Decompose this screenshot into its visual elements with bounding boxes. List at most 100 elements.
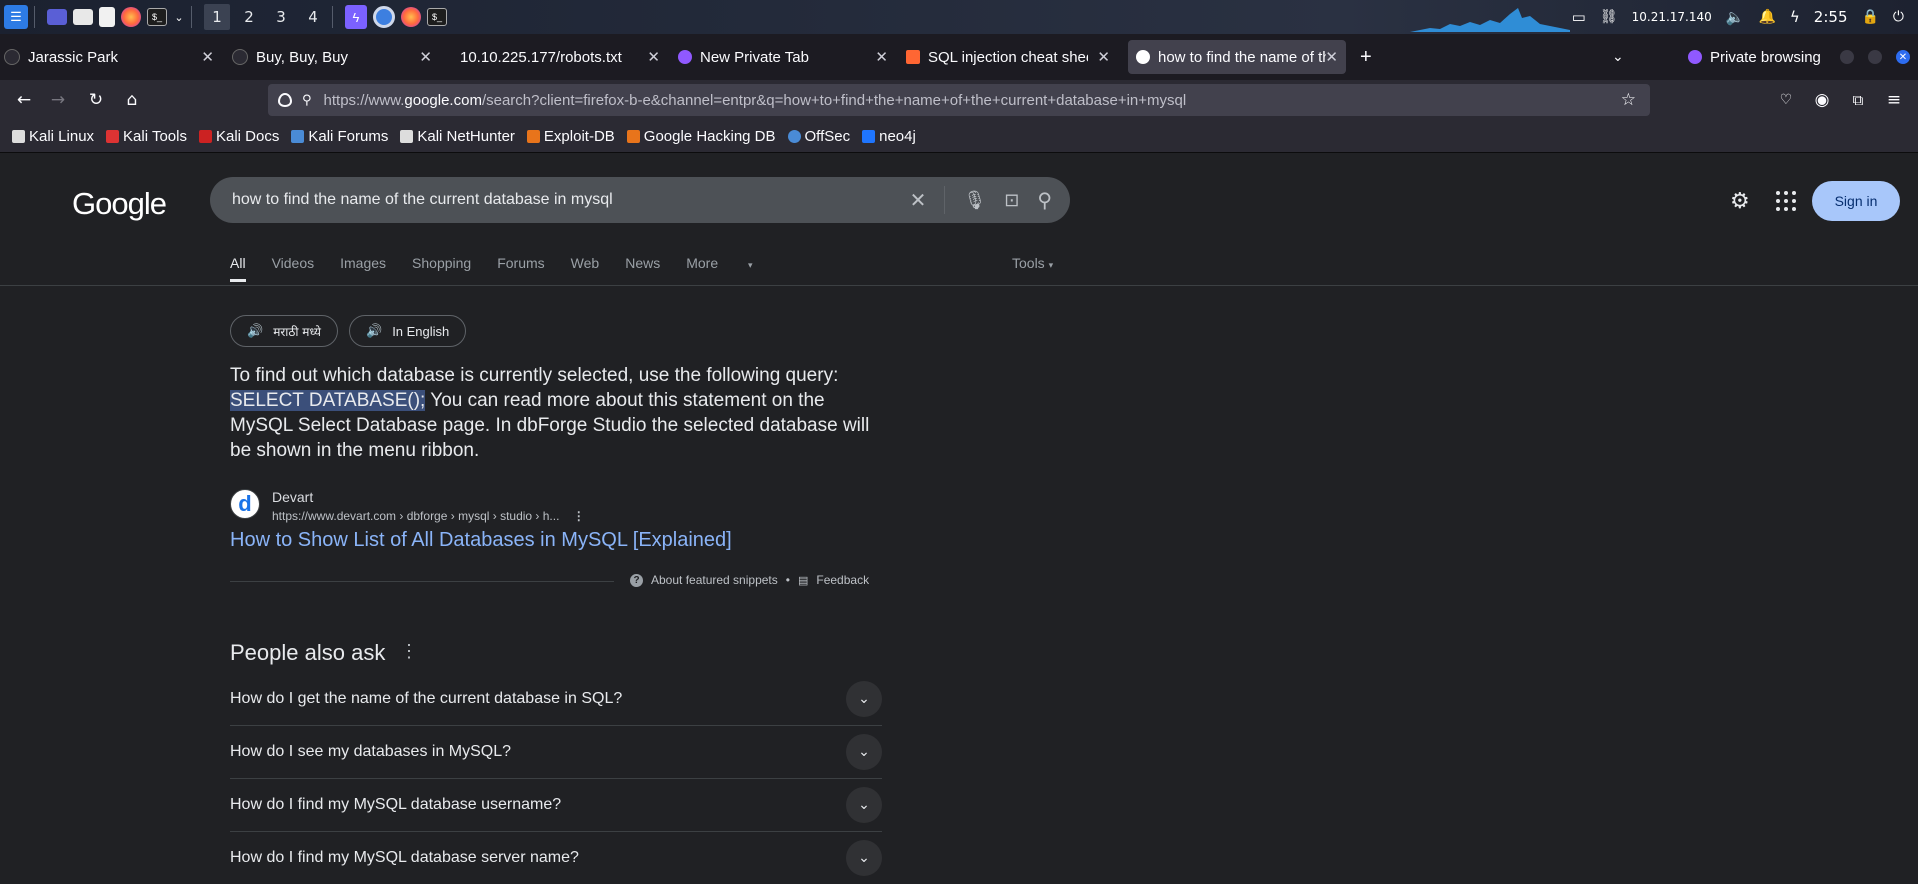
- workspace-1[interactable]: 1: [204, 4, 230, 30]
- language-chip-english[interactable]: 🔊 In English: [349, 315, 467, 347]
- more-options-icon[interactable]: ⋮: [400, 641, 418, 662]
- chevron-down-icon[interactable]: ⌄: [846, 734, 882, 770]
- tab-new-private[interactable]: New Private Tab ✕: [678, 40, 896, 74]
- close-tab-icon[interactable]: ✕: [875, 48, 888, 66]
- close-tab-icon[interactable]: ✕: [1325, 48, 1338, 66]
- permissions-icon[interactable]: ⚲: [302, 93, 312, 108]
- battery-icon[interactable]: ϟ: [1790, 8, 1800, 26]
- file-manager-icon[interactable]: [73, 9, 93, 25]
- home-icon[interactable]: ⌂: [120, 88, 144, 112]
- bookmark-exploit-db[interactable]: Exploit-DB: [526, 128, 615, 145]
- new-tab-button[interactable]: +: [1360, 40, 1384, 74]
- power-icon[interactable]: ⏻: [1893, 9, 1904, 25]
- forward-icon[interactable]: →: [46, 88, 70, 112]
- bookmark-kali-docs[interactable]: Kali Docs: [198, 128, 279, 145]
- close-window-button[interactable]: ✕: [1896, 50, 1910, 64]
- search-query[interactable]: how to find the name of the current data…: [232, 191, 613, 209]
- kali-menu-icon[interactable]: ☰: [4, 5, 28, 29]
- featured-result-link[interactable]: How to Show List of All Databases in MyS…: [230, 529, 732, 552]
- lens-camera-icon[interactable]: ⊡: [1004, 190, 1019, 211]
- filter-forums[interactable]: Forums: [497, 255, 544, 282]
- close-tab-icon[interactable]: ✕: [1097, 48, 1110, 66]
- search-tools-button[interactable]: Tools ▾: [1012, 255, 1053, 271]
- search-input[interactable]: how to find the name of the current data…: [210, 177, 1070, 223]
- close-tab-icon[interactable]: ✕: [201, 48, 214, 66]
- google-apps-icon[interactable]: [1776, 191, 1796, 211]
- chevron-down-icon[interactable]: ⌄: [846, 787, 882, 823]
- list-all-tabs-icon[interactable]: ⌄: [1612, 40, 1632, 74]
- lock-icon[interactable]: 🔒: [1861, 9, 1878, 25]
- bookmark-star-icon[interactable]: ☆: [1621, 90, 1636, 110]
- workspace-2[interactable]: 2: [236, 4, 262, 30]
- maximize-window-button[interactable]: [1868, 50, 1882, 64]
- bookmark-google-hacking-db[interactable]: Google Hacking DB: [626, 128, 776, 145]
- bookmark-kali-nethunter[interactable]: Kali NetHunter: [400, 128, 515, 145]
- tab-buy[interactable]: Buy, Buy, Buy ✕: [232, 40, 440, 74]
- about-featured-snippets-link[interactable]: About featured snippets: [651, 573, 778, 587]
- text-editor-icon[interactable]: [99, 7, 115, 27]
- bookmark-offsec[interactable]: OffSec: [787, 128, 850, 145]
- close-tab-icon[interactable]: ✕: [419, 48, 432, 66]
- clock[interactable]: 2:55: [1814, 8, 1848, 26]
- bookmark-kali-forums[interactable]: Kali Forums: [291, 128, 388, 145]
- source-cite: https://www.devart.com › dbforge › mysql…: [272, 509, 585, 523]
- more-options-icon[interactable]: ⋮: [573, 509, 585, 523]
- network-icon[interactable]: ⛓: [1600, 9, 1618, 25]
- settings-gear-icon[interactable]: ⚙: [1730, 189, 1750, 214]
- filter-videos[interactable]: Videos: [272, 255, 315, 282]
- back-icon[interactable]: ←: [12, 88, 36, 112]
- close-tab-icon[interactable]: ✕: [647, 48, 660, 66]
- show-desktop-icon[interactable]: [47, 9, 67, 25]
- tab-sqli-cheatsheet[interactable]: SQL injection cheat sheet ✕: [906, 40, 1118, 74]
- clear-search-icon[interactable]: ✕: [910, 188, 927, 212]
- workspace-4[interactable]: 4: [300, 4, 326, 30]
- search-icon[interactable]: ⚲: [1037, 188, 1052, 212]
- filter-all[interactable]: All: [230, 255, 246, 282]
- filter-more[interactable]: More ▾: [686, 255, 778, 282]
- tab-google-search[interactable]: how to find the name of the ✕: [1128, 40, 1346, 74]
- terminal-window-icon[interactable]: $_: [427, 8, 447, 26]
- chevron-down-icon[interactable]: ⌄: [846, 681, 882, 717]
- workspace-3[interactable]: 3: [268, 4, 294, 30]
- account-icon[interactable]: ◉: [1810, 88, 1834, 112]
- feedback-link[interactable]: Feedback: [816, 573, 869, 587]
- chevron-down-icon[interactable]: ⌄: [173, 5, 185, 29]
- firefox-window-icon[interactable]: [401, 7, 421, 27]
- chromium-app-icon[interactable]: [373, 6, 395, 28]
- chevron-down-icon[interactable]: ⌄: [846, 840, 882, 876]
- paa-question[interactable]: How do I get the name of the current dat…: [230, 673, 882, 726]
- menu-icon[interactable]: ≡: [1882, 88, 1906, 112]
- paa-question[interactable]: How do I see my databases in MySQL? ⌄: [230, 726, 882, 779]
- devart-favicon-icon: d: [230, 489, 260, 519]
- tab-robots[interactable]: 10.10.225.177/robots.txt ✕: [452, 40, 668, 74]
- burp-app-icon[interactable]: ϟ: [345, 5, 367, 29]
- sign-in-button[interactable]: Sign in: [1812, 181, 1900, 221]
- paa-question[interactable]: How do I find my MySQL database username…: [230, 779, 882, 832]
- paa-question[interactable]: How do I find my MySQL database server n…: [230, 832, 882, 884]
- filter-shopping[interactable]: Shopping: [412, 255, 471, 282]
- microphone-icon[interactable]: 🎙: [963, 190, 986, 211]
- url-bar[interactable]: ⚲ https://www.google.com/search?client=f…: [268, 84, 1650, 116]
- filter-images[interactable]: Images: [340, 255, 386, 282]
- notification-icon[interactable]: 🔔: [1758, 9, 1775, 25]
- firefox-icon[interactable]: [121, 7, 141, 27]
- display-icon[interactable]: ▭: [1572, 8, 1586, 26]
- bookmark-kali-tools[interactable]: Kali Tools: [106, 128, 187, 145]
- pocket-icon[interactable]: ♡: [1774, 88, 1798, 112]
- filter-news[interactable]: News: [625, 255, 660, 282]
- private-mask-icon: [1688, 50, 1702, 64]
- snippet-source[interactable]: d Devart https://www.devart.com › dbforg…: [230, 489, 585, 523]
- language-chip-marathi[interactable]: 🔊 मराठी मध्ये: [230, 315, 338, 347]
- terminal-icon[interactable]: $_: [147, 8, 167, 26]
- bookmark-neo4j[interactable]: neo4j: [862, 128, 916, 145]
- filter-web[interactable]: Web: [571, 255, 600, 282]
- site-info-icon[interactable]: [278, 93, 292, 107]
- reload-icon[interactable]: ↻: [84, 88, 108, 112]
- volume-icon[interactable]: 🔈: [1726, 8, 1745, 26]
- bookmark-kali-linux[interactable]: Kali Linux: [12, 128, 94, 145]
- tab-jarassic-park[interactable]: Jarassic Park ✕: [4, 40, 222, 74]
- url-domain: google.com: [404, 91, 482, 109]
- extensions-icon[interactable]: ⧉: [1846, 88, 1870, 112]
- google-logo[interactable]: Google: [72, 186, 167, 222]
- minimize-window-button[interactable]: [1840, 50, 1854, 64]
